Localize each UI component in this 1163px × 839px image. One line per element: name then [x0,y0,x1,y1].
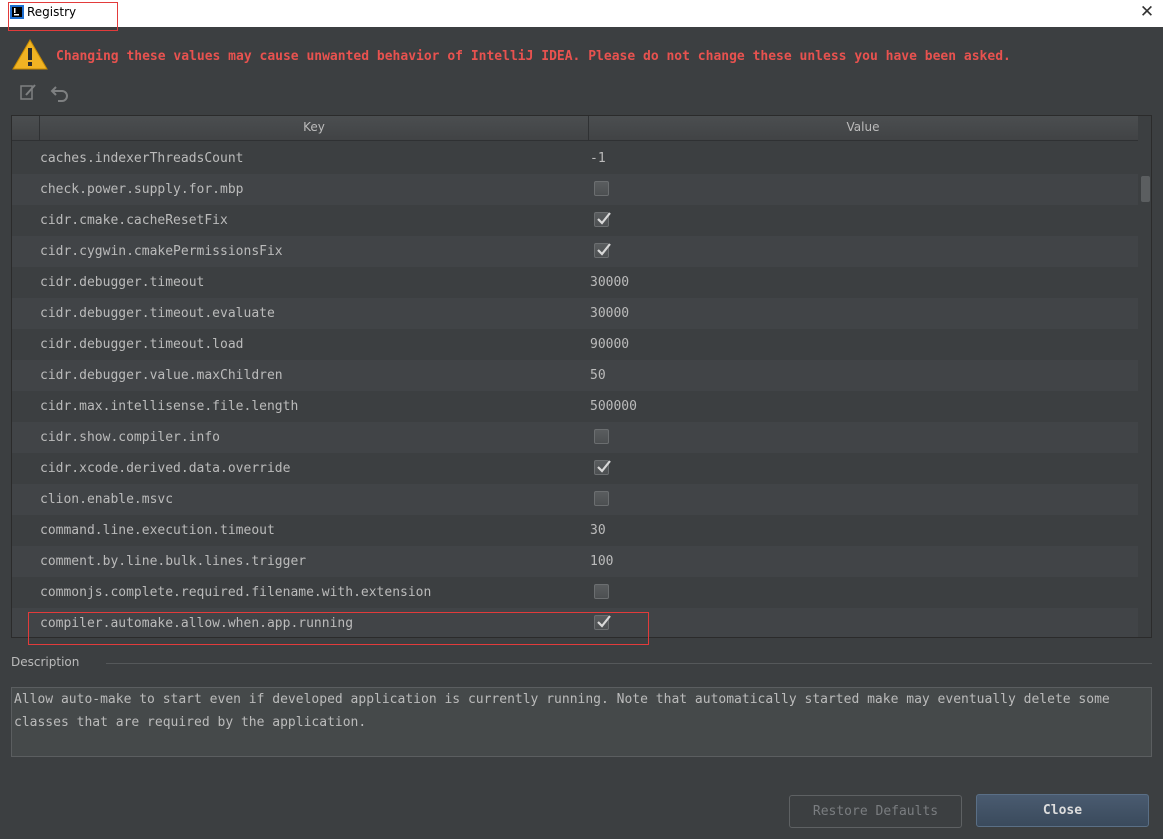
table-row[interactable]: comment.by.line.bulk.lines.trigger 100 [12,546,1138,577]
close-button[interactable]: Close [976,794,1149,827]
table-row[interactable]: caches.indexerThreadsCount -1 [12,143,1138,174]
row-value[interactable]: 500000 [590,399,637,414]
row-key: cidr.cygwin.cmakePermissionsFix [40,244,283,259]
row-key: cidr.debugger.timeout.load [40,337,244,352]
warning-banner: Changing these values may cause unwanted… [12,38,1162,74]
row-key: check.power.supply.for.mbp [40,182,244,197]
scrollbar-thumb[interactable] [1141,176,1150,202]
header-spacer [12,116,40,140]
row-value[interactable]: 50 [590,368,606,383]
checkbox-checked[interactable] [594,243,611,258]
table-row[interactable]: cidr.xcode.derived.data.override [12,453,1138,484]
row-value[interactable]: 30000 [590,275,629,290]
row-key: clion.enable.msvc [40,492,174,507]
row-value[interactable]: 30000 [590,306,629,321]
title-highlight-frame [8,2,118,31]
row-key: compiler.automake.allow.when.app.running [40,616,354,631]
checkbox-unchecked[interactable] [594,584,609,599]
table-row[interactable]: commonjs.complete.required.filename.with… [12,577,1138,608]
row-value[interactable]: 100 [590,554,613,569]
row-key: cidr.debugger.timeout.evaluate [40,306,275,321]
row-key: cidr.max.intellisense.file.length [40,399,299,414]
row-key: cidr.debugger.value.maxChildren [40,368,283,383]
checkbox-checked[interactable] [594,212,611,227]
checkbox-checked[interactable] [594,460,611,475]
checkbox-unchecked[interactable] [594,429,609,444]
checkbox-unchecked[interactable] [594,491,609,506]
table-row[interactable]: check.power.supply.for.mbp [12,174,1138,205]
description-divider [106,663,1152,664]
column-header-key[interactable]: Key [40,116,589,140]
table-row[interactable]: clion.enable.msvc [12,484,1138,515]
row-key: cidr.debugger.timeout [40,275,205,290]
table-rows: caches.indexerThreadsCount -1 check.power.… [12,143,1138,637]
description-label: Description [11,655,80,669]
description-text: Allow auto-make to start even if develop… [11,687,1152,757]
table-row[interactable]: cidr.show.compiler.info [12,422,1138,453]
column-header-value[interactable]: Value [589,116,1137,140]
table-header: Key Value [12,116,1138,141]
edit-icon[interactable] [18,82,38,102]
table-row[interactable]: cidr.debugger.value.maxChildren 50 [12,360,1138,391]
checkbox-unchecked[interactable] [594,181,609,196]
row-key: comment.by.line.bulk.lines.trigger [40,554,307,569]
row-key: cidr.cmake.cacheResetFix [40,213,228,228]
warning-icon [12,39,48,70]
restore-defaults-button[interactable]: Restore Defaults [789,795,962,828]
warning-text: Changing these values may cause unwanted… [56,49,1011,64]
table-row[interactable]: command.line.execution.timeout 30 [12,515,1138,546]
table-row[interactable]: cidr.debugger.timeout.load 90000 [12,329,1138,360]
table-row[interactable]: cidr.debugger.timeout.evaluate 30000 [12,298,1138,329]
row-key: cidr.xcode.derived.data.override [40,461,291,476]
revert-icon[interactable] [50,82,70,102]
vertical-scrollbar[interactable] [1140,143,1151,637]
table-row[interactable]: cidr.cygwin.cmakePermissionsFix [12,236,1138,267]
row-value[interactable]: 90000 [590,337,629,352]
row-key: caches.indexerThreadsCount [40,151,244,166]
title-bar: Registry ✕ [0,0,1163,31]
registry-table: Key Value caches.indexerThreadsCount -1 ch… [11,115,1152,638]
table-row[interactable]: compiler.automake.allow.when.app.running [12,608,1138,637]
checkbox-checked[interactable] [594,615,611,630]
table-row[interactable]: cidr.debugger.timeout 30000 [12,267,1138,298]
row-value[interactable]: 30 [590,523,606,538]
table-row[interactable]: cidr.cmake.cacheResetFix [12,205,1138,236]
close-window-icon[interactable]: ✕ [1137,2,1157,22]
row-key: cidr.show.compiler.info [40,430,221,445]
row-value[interactable]: -1 [590,151,606,166]
table-row[interactable]: cidr.max.intellisense.file.length 500000 [12,391,1138,422]
row-key: commonjs.complete.required.filename.with… [40,585,432,600]
row-key: command.line.execution.timeout [40,523,275,538]
